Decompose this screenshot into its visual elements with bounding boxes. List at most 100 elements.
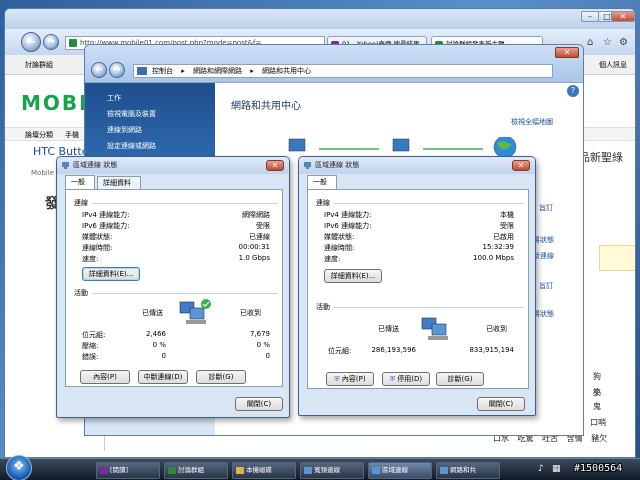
disconnect-button[interactable]: 中斷連線(D) — [138, 370, 188, 384]
taskbar-item-label: 網路和共 — [450, 466, 476, 474]
breadcrumb-item[interactable]: 網路和網際網路 — [193, 67, 242, 75]
taskbar: [閱讀] 討論群組 本機磁碟 寬頻連線 區域連線 網路和共 ♪ ▦ — [0, 455, 640, 480]
breadcrumb-item[interactable]: 網路和共用中心 — [262, 67, 311, 75]
bytes-received-value: 7,679 — [249, 330, 270, 338]
minimize-button[interactable]: – — [581, 11, 599, 22]
task-link[interactable]: 檢視電腦及裝置 — [107, 109, 156, 119]
divider — [92, 203, 278, 204]
start-button[interactable] — [6, 455, 32, 480]
dialog-title: 區域連線 狀態 — [73, 161, 118, 169]
divider — [334, 307, 524, 308]
properties-button[interactable]: ⛨ 內容(P) — [326, 372, 374, 386]
emoji-label[interactable]: 笑 — [593, 388, 601, 397]
network-icon — [304, 162, 311, 169]
disable-button[interactable]: ⛨ 停用(D) — [382, 372, 430, 386]
compression-received-value: 0 % — [256, 341, 270, 349]
forum-heading-right: 品新聖綠 — [579, 151, 623, 164]
diagnose-button[interactable]: 診斷(G) — [196, 370, 246, 384]
page-title: 網路和共用中心 — [231, 101, 301, 112]
browser-titlebar — [5, 9, 635, 29]
back-icon[interactable]: ← — [21, 32, 41, 52]
star-icon[interactable]: ☆ — [603, 37, 612, 48]
close-button[interactable]: ✕ — [555, 47, 579, 58]
speed-value: 1.0 Gbps — [238, 254, 270, 262]
menu-item[interactable]: 手機 — [65, 130, 79, 140]
breadcrumb-item[interactable]: 控制台 — [152, 67, 173, 75]
topnav-messages-link[interactable]: 個人訊息 — [599, 60, 627, 70]
task-link[interactable]: 設定連線或網路 — [107, 141, 156, 151]
duration-label: 連線時間: — [82, 244, 113, 252]
media-state-label: 媒體狀態: — [82, 233, 113, 241]
close-button[interactable]: ✕ — [611, 11, 635, 22]
close-button[interactable]: 關閉(C) — [235, 397, 283, 411]
watermark: #1500564 — [574, 463, 623, 474]
ipv4-value: 網際網路 — [242, 211, 270, 219]
close-icon[interactable]: ✕ — [266, 160, 284, 171]
task-link[interactable]: 連線到網路 — [107, 125, 142, 135]
properties-button[interactable]: 內容(P) — [80, 370, 130, 384]
sent-label: 已傳送 — [378, 325, 399, 333]
breadcrumb[interactable]: 控制台 ▸ 網路和網際網路 ▸ 網路和共用中心 — [133, 64, 553, 78]
emoji-label[interactable]: 鬼 — [593, 402, 601, 411]
network-tray-icon[interactable]: ▦ — [552, 464, 561, 474]
notice-box — [599, 245, 635, 271]
duration-label: 連線時間: — [324, 244, 355, 252]
emoji-label[interactable]: 口哨 — [590, 418, 606, 427]
compression-label: 壓縮: — [82, 342, 99, 350]
taskbar-item-label: 寬頻連線 — [314, 466, 340, 474]
side-link[interactable]: 旨訂 — [539, 281, 553, 291]
errors-sent-value: 0 — [161, 352, 166, 360]
shield-icon: ⛨ — [389, 375, 396, 383]
home-icon[interactable]: ⌂ — [587, 37, 593, 48]
duration-value: 15:32:39 — [482, 243, 514, 251]
taskbar-item[interactable]: 寬頻連線 — [300, 462, 364, 479]
forward-icon[interactable]: → — [43, 34, 59, 50]
side-link[interactable]: 旨訂 — [539, 203, 553, 213]
dialog-panel: 連線 IPv4 連線能力: 本機 IPv6 連線能力: 受限 媒體狀態: 已啟用… — [307, 189, 529, 389]
details-button[interactable]: 詳細資料(E)... — [324, 269, 382, 283]
diagnose-button[interactable]: 診斷(G) — [436, 372, 484, 386]
tab-general[interactable]: 一般 — [65, 175, 95, 190]
tab-general[interactable]: 一般 — [307, 175, 337, 190]
taskbar-item[interactable]: [閱讀] — [96, 462, 160, 479]
forward-icon[interactable]: → — [109, 62, 125, 78]
view-map-link[interactable]: 檢視全幅地圖 — [511, 117, 553, 127]
close-button[interactable]: 關閉(C) — [477, 397, 525, 411]
help-icon[interactable]: ? — [567, 85, 579, 97]
breadcrumb-left: Mobile — [31, 169, 54, 177]
speed-label: 速度: — [82, 255, 99, 263]
taskbar-item[interactable]: 區域連線 — [368, 462, 432, 479]
side-link[interactable]: 新連線 — [533, 251, 554, 261]
side-link[interactable]: 將狀態 — [533, 309, 554, 319]
gear-icon[interactable]: ⚙ — [619, 37, 628, 48]
errors-label: 錯誤: — [82, 353, 99, 361]
bytes-received-value: 833,915,194 — [469, 346, 514, 354]
ipv4-label: IPv4 連線能力: — [324, 211, 372, 219]
ipv6-value: 受限 — [256, 222, 270, 230]
emoji-row: 狗 — [593, 371, 601, 382]
bytes-sent-value: 286,193,596 — [371, 346, 416, 354]
emoji-label[interactable]: 狗 — [593, 372, 601, 381]
side-link[interactable]: 將狀態 — [533, 235, 554, 245]
ipv6-label: IPv6 連線能力: — [82, 222, 130, 230]
taskbar-item[interactable]: 本機磁碟 — [232, 462, 296, 479]
sent-label: 已傳送 — [142, 309, 163, 317]
speaker-icon[interactable]: ♪ — [538, 464, 544, 474]
details-button[interactable]: 詳細資料(E)... — [82, 267, 140, 281]
received-label: 已收到 — [486, 325, 507, 333]
close-icon[interactable]: ✕ — [512, 160, 530, 171]
status-dialog-right: 區域連線 狀態 ✕ 一般 連線 IPv4 連線能力: 本機 IPv6 連線能力:… — [298, 156, 536, 416]
back-icon[interactable]: ← — [91, 62, 107, 78]
control-panel-icon — [137, 67, 147, 75]
topnav-forum-link[interactable]: 討論群組 — [25, 60, 53, 70]
menu-item[interactable]: 論壇分類 — [25, 130, 53, 140]
media-state-value: 已啟用 — [493, 233, 514, 241]
taskbar-item[interactable]: 網路和共 — [436, 462, 500, 479]
button-label: 停用(D) — [397, 375, 423, 383]
taskbar-item[interactable]: 討論群組 — [164, 462, 228, 479]
emoji-label[interactable]: 豬欠 — [591, 434, 607, 443]
tab-details[interactable]: 詳細資料 — [97, 176, 141, 190]
network-activity-icon — [421, 317, 448, 340]
site-logo[interactable]: MOBI — [21, 91, 89, 115]
task-heading: 工作 — [107, 94, 121, 102]
